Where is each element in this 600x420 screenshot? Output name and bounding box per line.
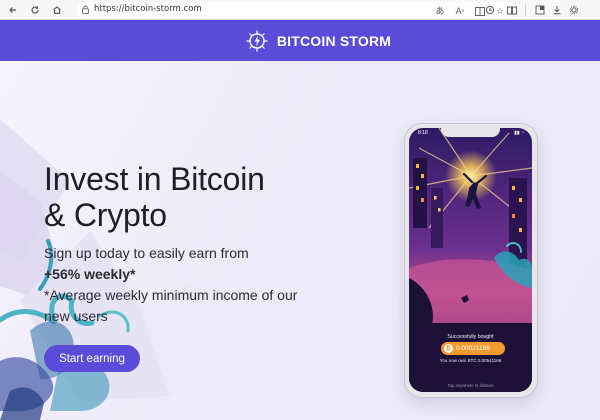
phone-mockup: 8:18 ▮▮ ◔ Successfully bought ₿ 0.000211… — [404, 123, 538, 398]
read-aloud-icon[interactable]: A» — [454, 5, 466, 17]
storm-logo-icon — [246, 30, 268, 51]
extensions-icon[interactable] — [534, 4, 546, 16]
translate-icon[interactable]: あ — [434, 5, 446, 17]
headline-line-2: & Crypto — [44, 197, 167, 233]
status-time: 8:18 — [418, 130, 428, 136]
hero-subtext: Sign up today to easily earn from +56% w… — [44, 243, 314, 327]
reading-view-icon[interactable] — [506, 4, 518, 16]
back-arrow-icon[interactable] — [6, 3, 20, 17]
refresh-icon[interactable] — [28, 3, 42, 17]
hero-section: Invest in Bitcoin & Crypto Sign up today… — [0, 61, 600, 420]
signal-icon: ▮▮ ◔ — [514, 130, 524, 136]
headline-line-1: Invest in Bitcoin — [44, 161, 265, 197]
phone-screen: 8:18 ▮▮ ◔ Successfully bought ₿ 0.000211… — [409, 128, 532, 392]
bitcoin-coin-icon: ₿ — [444, 344, 453, 353]
browser-toolbar: https://bitcoin-storm.com あ A» ☆ — [0, 0, 600, 20]
subtext-line-1: Sign up today to easily earn from — [44, 245, 249, 261]
weekly-percentage: +56% weekly* — [44, 266, 136, 282]
phone-notch — [441, 128, 500, 137]
bought-amount-pill: ₿ 0.00021166 — [441, 342, 505, 355]
btc-owned-text: You now own BTC 0.00541166 — [439, 358, 502, 363]
download-icon[interactable] — [551, 4, 563, 16]
start-earning-button[interactable]: Start earning — [44, 345, 140, 372]
purchase-toast-title: Successfully bought — [447, 334, 494, 340]
brand-name: BITCOIN STORM — [276, 32, 392, 49]
tap-to-dismiss-hint[interactable]: Tap anywhere to dismiss — [409, 383, 532, 388]
lock-icon — [82, 5, 89, 14]
hero-headline: Invest in Bitcoin & Crypto — [44, 161, 265, 233]
brand[interactable]: BITCOIN STORM — [245, 29, 391, 53]
settings-icon[interactable] — [568, 4, 580, 16]
refresh-page-icon[interactable] — [484, 4, 496, 16]
toolbar-divider — [525, 4, 526, 16]
bought-amount: 0.00021166 — [456, 345, 490, 352]
income-disclaimer: *Average weekly minimum income of our ne… — [44, 287, 298, 324]
site-header: BITCOIN STORM — [0, 20, 600, 61]
address-bar[interactable]: https://bitcoin-storm.com あ A» ☆ — [76, 2, 516, 18]
url-text: https://bitcoin-storm.com — [94, 4, 202, 14]
home-icon[interactable] — [50, 3, 64, 17]
